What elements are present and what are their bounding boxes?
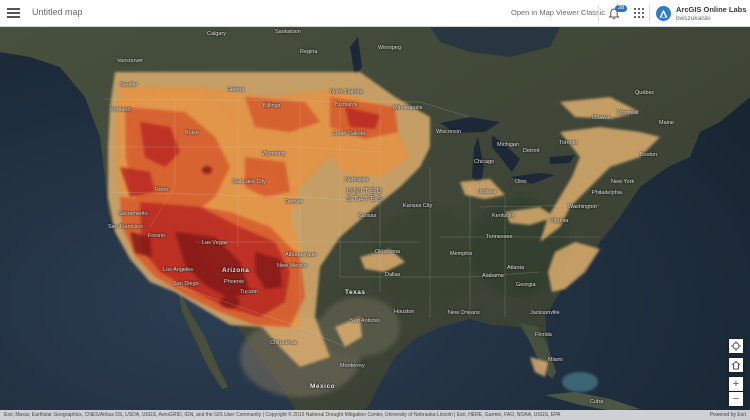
app-header: Untitled map Open in Map Viewer Classic … (0, 0, 750, 27)
locate-icon (731, 341, 741, 351)
map-label: Chihuahua (270, 340, 297, 346)
map-label: Jacksonville (530, 310, 560, 316)
attribution-text[interactable]: Esri, Maxar, Earthstar Geographics, CNES… (4, 412, 560, 418)
home-button[interactable] (729, 358, 743, 372)
map-label: Albuquerque (285, 252, 317, 258)
map-label: Winnipeg (378, 45, 401, 51)
map-label: North Dakota (330, 89, 363, 95)
map-label: Arizona (222, 267, 250, 274)
map-label: Washington (568, 204, 597, 210)
plus-icon: + (732, 378, 740, 390)
map-label: Regina (300, 49, 318, 55)
map-label: Reno (155, 187, 169, 193)
map-label: Florida (535, 332, 552, 338)
map-label: San Antonio (350, 318, 380, 324)
map-label: Fresno (148, 233, 166, 239)
map-label: Kansas City (403, 203, 433, 209)
map-label: Billings (263, 103, 281, 109)
map-label: Seattle (120, 82, 138, 88)
map-label: Bismarck (335, 102, 358, 108)
open-classic-link[interactable]: Open in Map Viewer Classic (511, 8, 605, 17)
map-label: Salt Lake City (232, 179, 266, 185)
username[interactable]: bwszukalski (676, 15, 711, 22)
map-label: Kansas (358, 213, 377, 219)
map-label: Ohio (515, 179, 527, 185)
zoom-in-button[interactable]: + (729, 377, 743, 391)
map-label: South Dakota (332, 131, 366, 137)
map-label: Texas (345, 289, 366, 296)
user-avatar-icon[interactable] (656, 6, 671, 21)
menu-icon[interactable] (7, 7, 20, 19)
map-label: Monterrey (340, 363, 365, 369)
map-label: Tucson (240, 289, 258, 295)
map-label: Kentucky (492, 213, 515, 219)
map-label: Portland (110, 107, 131, 113)
map-label: Detroit (523, 148, 540, 154)
map-label: Las Vegas (202, 240, 228, 246)
map-label: Oklahoma (375, 249, 401, 255)
home-icon (731, 360, 741, 370)
map-label: Boston (640, 152, 658, 158)
map-label: Miami (548, 357, 563, 363)
map-label: Boise (185, 130, 199, 136)
map-label: Montréal (617, 110, 639, 116)
map-label: Houston (394, 309, 415, 315)
map-label: Québec (635, 90, 655, 96)
map-label: UNITED STATES (346, 186, 384, 203)
map-label: Nebraska (345, 177, 369, 183)
map-label: Phoenix (224, 279, 244, 285)
map-label: Georgia (516, 282, 536, 288)
locate-button[interactable] (729, 339, 743, 353)
map-label: Indiana (478, 189, 497, 195)
attribution-bar: Esri, Maxar, Earthstar Geographics, CNES… (0, 410, 750, 420)
map-label: Michigan (497, 142, 520, 148)
map-label: Virginia (550, 218, 569, 224)
map-label: Tennessee (486, 234, 513, 240)
map-label: Alabama (482, 273, 504, 279)
map-label: New York (611, 179, 635, 185)
map-label: San Francisco (108, 224, 144, 230)
map-label: Chicago (474, 159, 495, 165)
map-label: Los Angeles (163, 267, 193, 273)
app-launcher-icon[interactable] (634, 8, 644, 18)
map-label: Mexico (310, 383, 336, 390)
map-label: Maine (659, 120, 674, 126)
powered-by-esri[interactable]: Powered by Esri (710, 412, 746, 418)
map-label: Denver (285, 199, 303, 205)
map-label: San Diego (173, 281, 199, 287)
map-label: Helena (227, 87, 245, 93)
header-divider (649, 5, 650, 22)
map-label: Ottawa (592, 115, 610, 121)
map-label: Dallas (385, 272, 401, 278)
map-label: Sacramento (118, 211, 148, 217)
map-label: Minneapolis (393, 105, 423, 111)
map-label: Saskatoon (275, 29, 301, 35)
header-divider (598, 5, 599, 22)
map-label: Wyoming (262, 151, 285, 157)
map-label: New Orleans (448, 310, 480, 316)
zoom-out-button[interactable]: − (729, 392, 743, 406)
map-label: Calgary (207, 31, 226, 37)
map-title[interactable]: Untitled map (32, 7, 83, 17)
map-label: Vancouver (117, 58, 143, 64)
org-name[interactable]: ArcGIS Online Labs (676, 5, 746, 14)
minus-icon: − (732, 393, 740, 405)
map-label: Cuba (590, 399, 604, 405)
map-label: New Mexico (277, 263, 307, 269)
map-label: Atlanta (507, 265, 525, 271)
map-label: Toronto (559, 140, 578, 146)
map-label: Philadelphia (592, 190, 622, 196)
notification-count-badge: 28 (615, 5, 627, 12)
map-label: Memphis (450, 251, 473, 257)
map-view[interactable]: Calgary Saskatoon Regina Winnipeg Vancou… (0, 27, 750, 420)
map-label: Wisconsin (436, 129, 462, 135)
